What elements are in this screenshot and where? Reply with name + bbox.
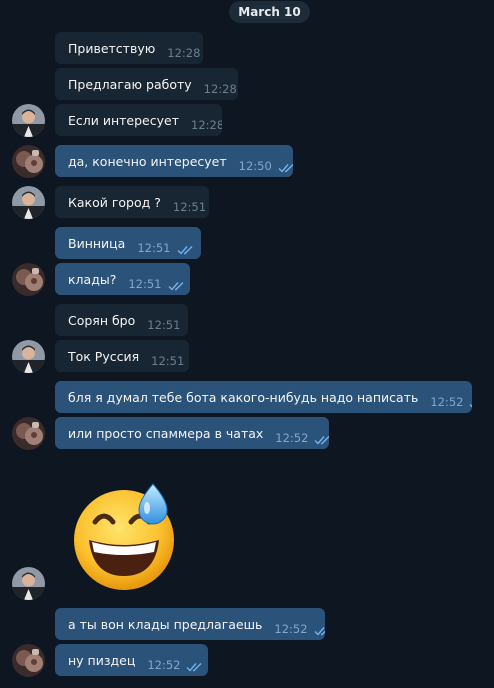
message-bubble-outgoing[interactable]: Винница 12:51 — [55, 227, 201, 259]
user-avatar[interactable] — [12, 644, 45, 677]
message-bubble-outgoing[interactable]: да, конечно интересует 12:50 — [55, 145, 293, 177]
message-bubble-outgoing[interactable]: а ты вон клады предлагаешь 12:52 — [55, 608, 325, 640]
message-bubble-incoming[interactable]: Если интересует 12:28 — [55, 104, 222, 136]
contact-avatar[interactable] — [12, 340, 45, 373]
date-separator: March 10 — [229, 1, 310, 23]
message-bubble-incoming[interactable]: Сорян бро 12:51 — [55, 304, 188, 336]
message-text: ну пиздец — [68, 652, 136, 668]
message-time: 12:51 — [147, 317, 181, 332]
message-text: Винница — [68, 235, 126, 251]
message-text: Приветствую — [68, 40, 156, 56]
message-time: 12:52 — [274, 621, 308, 636]
message-text: Если интересует — [68, 112, 179, 128]
message-bubble-incoming[interactable]: Какой город ? 12:51 — [55, 186, 209, 218]
contact-avatar[interactable] — [12, 186, 45, 219]
message-bubble-incoming[interactable]: Предлагаю работу 12:28 — [55, 68, 238, 100]
message-time: 12:52 — [430, 394, 464, 409]
message-text: Сорян бро — [68, 312, 136, 328]
message-time: 12:51 — [137, 240, 171, 255]
read-checkmarks-icon — [314, 626, 325, 636]
message-bubble-outgoing[interactable]: ну пиздец 12:52 — [55, 644, 208, 676]
read-checkmarks-icon — [278, 163, 293, 173]
message-bubble-outgoing[interactable]: клады? 12:51 — [55, 263, 190, 295]
user-avatar[interactable] — [12, 263, 45, 296]
user-avatar[interactable] — [12, 145, 45, 178]
message-time: 12:52 — [147, 657, 181, 672]
message-text: Ток Руссия — [68, 348, 140, 364]
message-time: 12:28 — [167, 45, 201, 60]
user-avatar[interactable] — [12, 417, 45, 450]
message-time: 12:51 — [151, 353, 185, 368]
read-checkmarks-icon — [469, 403, 472, 407]
read-checkmarks-icon — [168, 281, 184, 291]
message-time: 12:28 — [203, 81, 237, 96]
message-bubble-incoming[interactable]: Ток Руссия 12:51 — [55, 340, 189, 372]
message-time: 12:28 — [191, 117, 222, 132]
read-checkmarks-icon — [177, 245, 192, 255]
contact-avatar[interactable] — [12, 104, 45, 137]
message-time: 12:51 — [172, 199, 207, 214]
message-text: или просто спаммера в чатах — [68, 425, 264, 441]
message-time: 12:50 — [238, 158, 272, 173]
message-bubble-incoming[interactable]: Приветствую 12:28 — [55, 32, 203, 64]
message-time: 12:51 — [128, 276, 162, 291]
message-text: да, конечно интересует — [68, 153, 227, 169]
message-time: 12:52 — [275, 430, 309, 445]
message-text: Какой город ? — [68, 194, 161, 210]
message-text: Предлагаю работу — [68, 76, 192, 92]
message-bubble-outgoing[interactable]: бля я думал тебе бота какого-нибудь надо… — [55, 381, 472, 413]
grinning-sweat-emoji-sticker[interactable] — [67, 480, 183, 592]
message-text: а ты вон клады предлагаешь — [68, 616, 263, 632]
read-checkmarks-icon — [314, 435, 329, 445]
contact-avatar[interactable] — [12, 567, 45, 600]
message-text: бля я думал тебе бота какого-нибудь надо… — [68, 389, 419, 405]
message-text: клады? — [68, 271, 117, 287]
message-bubble-outgoing[interactable]: или просто спаммера в чатах 12:52 — [55, 417, 329, 449]
read-checkmarks-icon — [186, 662, 202, 672]
